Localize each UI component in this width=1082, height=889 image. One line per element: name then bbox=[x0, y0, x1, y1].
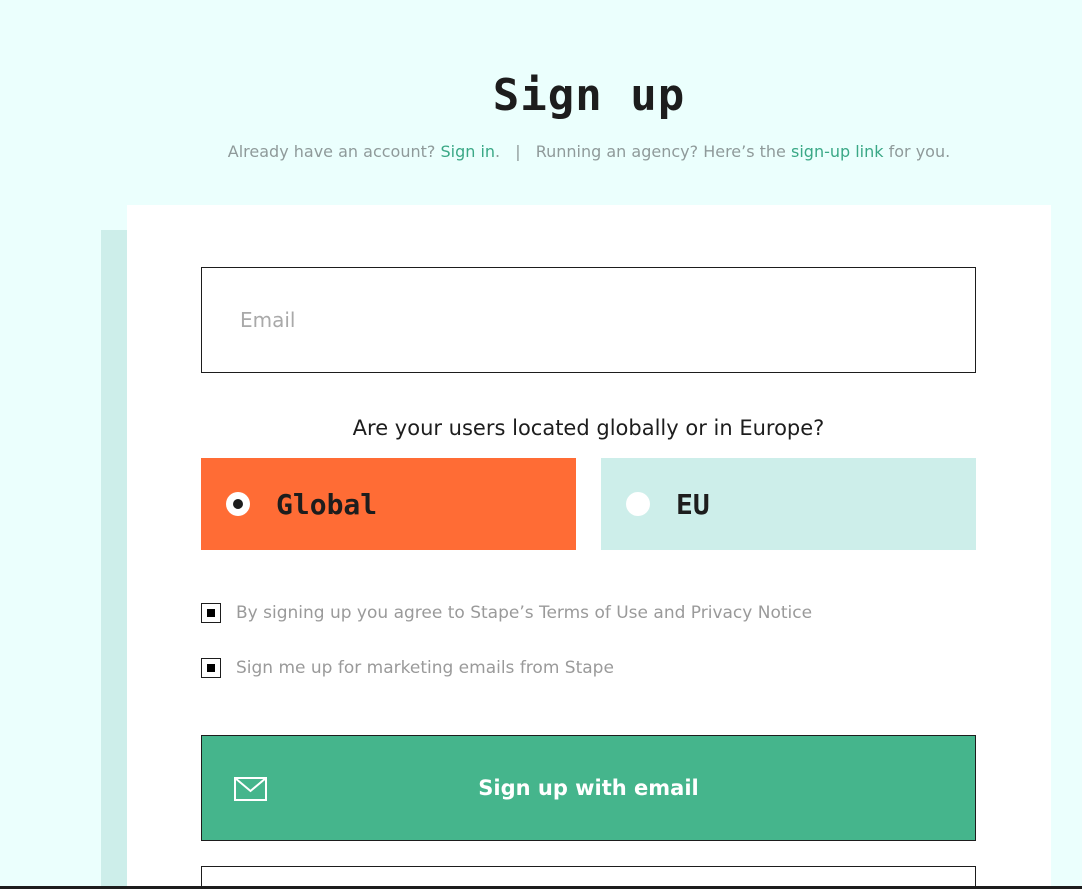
signin-link[interactable]: Sign in bbox=[440, 142, 495, 161]
region-option-global[interactable]: Global bbox=[201, 458, 576, 550]
radio-unselected-icon[interactable] bbox=[626, 492, 650, 516]
signup-email-button[interactable]: Sign up with email bbox=[201, 735, 976, 841]
terms-checkbox-row[interactable]: By signing up you agree to Stape’s Terms… bbox=[201, 603, 812, 623]
terms-label: By signing up you agree to Stape’s Terms… bbox=[236, 603, 813, 623]
checkmark-icon bbox=[207, 609, 215, 617]
region-label-global: Global bbox=[276, 487, 378, 521]
signup-email-label: Sign up with email bbox=[478, 776, 699, 800]
marketing-label: Sign me up for marketing emails from Sta… bbox=[236, 658, 614, 678]
page-subtitle: Already have an account? Sign in. | Runn… bbox=[0, 141, 1082, 163]
page-title: Sign up bbox=[492, 70, 686, 121]
agency-prompt: Running an agency? Here’s the bbox=[535, 142, 786, 161]
terms-checkbox[interactable] bbox=[201, 603, 221, 623]
subtitle-separator: | bbox=[515, 142, 521, 161]
agency-suffix: for you. bbox=[888, 142, 951, 161]
marketing-checkbox-row[interactable]: Sign me up for marketing emails from Sta… bbox=[201, 658, 614, 678]
radio-selected-icon[interactable] bbox=[226, 492, 250, 516]
agency-signup-link[interactable]: sign-up link bbox=[791, 142, 884, 161]
signin-prompt: Already have an account? bbox=[227, 142, 436, 161]
region-label-eu: EU bbox=[676, 487, 710, 521]
card-shadow bbox=[101, 230, 127, 889]
marketing-checkbox[interactable] bbox=[201, 658, 221, 678]
email-field[interactable] bbox=[201, 267, 976, 373]
signup-page: Sign up Already have an account? Sign in… bbox=[0, 0, 1082, 889]
email-input[interactable] bbox=[202, 268, 940, 372]
region-question: Are your users located globally or in Eu… bbox=[352, 416, 825, 440]
checkmark-icon bbox=[207, 664, 215, 672]
signin-suffix: . bbox=[495, 142, 501, 161]
region-option-eu[interactable]: EU bbox=[601, 458, 976, 550]
